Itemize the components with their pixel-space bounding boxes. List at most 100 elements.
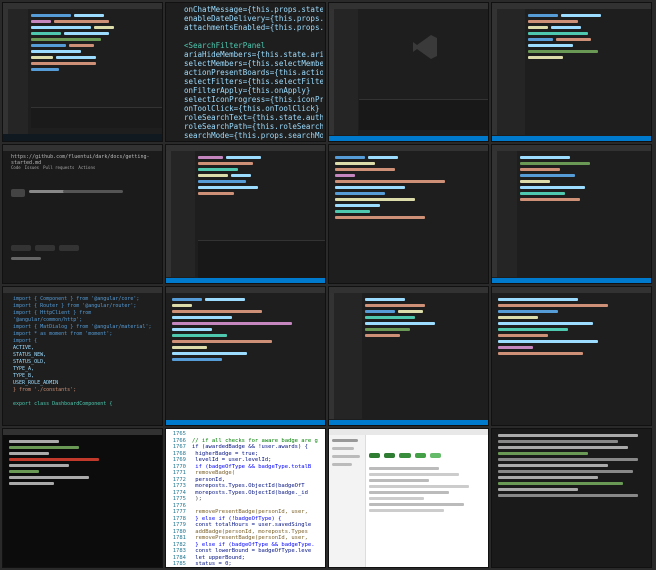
title-bar xyxy=(329,145,488,151)
code-line: onFilterApply={this.onApply} xyxy=(184,86,311,95)
code-area[interactable] xyxy=(520,154,647,276)
code-area[interactable] xyxy=(528,12,647,134)
code-line: STATUS_NEW, xyxy=(13,352,47,358)
content-list[interactable] xyxy=(369,465,484,560)
code-area[interactable] xyxy=(172,296,321,418)
nav-item[interactable] xyxy=(332,439,358,442)
tile-editor[interactable] xyxy=(328,286,489,426)
title-bar xyxy=(492,287,651,293)
tab-code[interactable]: Code xyxy=(11,165,21,170)
code-line: import { Router } from '@angular/router'… xyxy=(13,303,137,309)
button[interactable] xyxy=(35,245,55,251)
tab-pull-requests[interactable]: Pull requests xyxy=(43,165,74,170)
code-line: import { MatDialog } from '@angular/mate… xyxy=(13,324,152,330)
tab-issues[interactable]: Issues xyxy=(25,165,39,170)
status-bar xyxy=(492,278,651,283)
button[interactable] xyxy=(59,245,79,251)
code-line: import { HttpClient } from '@angular/com… xyxy=(13,310,92,323)
nav-item[interactable] xyxy=(332,463,352,466)
tag[interactable] xyxy=(369,453,381,458)
side-panel[interactable] xyxy=(329,435,366,567)
avatar xyxy=(11,189,25,197)
code-line: TYPE_A, xyxy=(13,366,35,372)
tag[interactable] xyxy=(414,453,426,458)
code-line: searchMode={this.props.searchMode} xyxy=(184,131,323,140)
code-line: import { Component } from '@angular/core… xyxy=(13,296,140,302)
screenshot-collage: onChatMessage={this.props.state.userProf… xyxy=(2,2,654,568)
code-line: export class DashboardComponent { xyxy=(13,401,113,407)
status-bar xyxy=(166,278,325,283)
tile-log-dark[interactable] xyxy=(491,428,652,568)
status-bar xyxy=(492,136,651,141)
explorer-sidebar[interactable] xyxy=(8,9,28,135)
tile-editor-taskbar[interactable] xyxy=(2,2,163,142)
terminal-panel[interactable] xyxy=(31,107,162,128)
code-line: onToolClick={this.onToolClick} xyxy=(184,104,320,113)
status-bar xyxy=(166,420,325,425)
explorer-sidebar[interactable] xyxy=(497,9,525,135)
tile-editor-code[interactable] xyxy=(328,144,489,284)
tile-code-dark[interactable]: import { Component } from '@angular/core… xyxy=(2,286,163,426)
explorer-sidebar[interactable] xyxy=(497,151,517,277)
terminal-output[interactable] xyxy=(9,438,158,560)
code-line: TYPE_B, xyxy=(13,373,35,379)
button[interactable] xyxy=(11,245,31,251)
tile-editor[interactable] xyxy=(491,286,652,426)
tile-web-dark[interactable]: https://github.com/fluentui/dark/docs/ge… xyxy=(2,144,163,284)
code-line: attachmentsEnabled={this.props.state.att… xyxy=(184,23,323,32)
taskbar[interactable] xyxy=(3,134,162,141)
log-output[interactable] xyxy=(498,432,647,560)
text-line xyxy=(63,190,123,193)
browser-toolbar[interactable] xyxy=(3,145,162,151)
tile-light-code[interactable]: 1765 1766// if all checks for aware badg… xyxy=(165,428,326,568)
tile-editor[interactable] xyxy=(165,144,326,284)
code-block[interactable]: 1765 1766// if all checks for aware badg… xyxy=(168,431,323,567)
tag-row[interactable] xyxy=(369,453,443,458)
code-line: } from './constants'; xyxy=(13,387,77,393)
tile-editor-welcome[interactable] xyxy=(328,2,489,142)
code-area[interactable] xyxy=(365,296,484,418)
code-line: USER_ROLE_ADMIN xyxy=(13,380,59,386)
code-line: ACTIVE, xyxy=(13,345,35,351)
status-bar xyxy=(329,420,488,425)
title-bar xyxy=(166,287,325,293)
code-line: roleSearchText={this.state.auth.user.rol… xyxy=(184,113,323,122)
explorer-sidebar[interactable] xyxy=(334,293,362,419)
tag[interactable] xyxy=(429,453,442,458)
tile-editor[interactable] xyxy=(491,2,652,142)
code-area[interactable] xyxy=(498,296,647,418)
code-area[interactable] xyxy=(335,154,484,276)
status-bar xyxy=(329,136,488,141)
text-line xyxy=(11,257,41,260)
explorer-sidebar[interactable] xyxy=(171,151,195,277)
vscode-logo-icon xyxy=(411,33,439,61)
repo-tabs[interactable]: Code Issues Pull requests Actions xyxy=(11,165,95,170)
terminal-panel[interactable] xyxy=(198,240,325,281)
title-bar xyxy=(3,287,162,293)
nav-item[interactable] xyxy=(332,447,354,450)
tile-web-light[interactable] xyxy=(328,428,489,568)
explorer-sidebar[interactable] xyxy=(334,9,358,135)
nav-item[interactable] xyxy=(332,455,360,458)
code-block[interactable]: import { Component } from '@angular/core… xyxy=(13,296,160,408)
code-line: roleSearchPath={this.roleSearchPath} xyxy=(184,122,323,131)
code-line: selectIconProgress={this.iconProgress} xyxy=(184,95,323,104)
tag[interactable] xyxy=(399,453,411,458)
code-line: enableDateDelivery={this.props.state.ena… xyxy=(184,14,323,23)
tab-actions[interactable]: Actions xyxy=(78,165,95,170)
code-line: actionPresentBoards={this.actionBoards} xyxy=(184,68,323,77)
tile-editor[interactable] xyxy=(491,144,652,284)
code-line: selectMembers={this.selectMembers} xyxy=(184,59,323,68)
tile-large-code[interactable]: onChatMessage={this.props.state.userProf… xyxy=(165,2,326,142)
tile-editor[interactable] xyxy=(165,286,326,426)
tag[interactable] xyxy=(384,453,396,458)
code-line: onChatMessage={this.props.state.userProf… xyxy=(184,5,323,14)
code-line: ariaHideMembers={this.state.ariaMembers} xyxy=(184,50,323,59)
terminal-panel[interactable] xyxy=(359,99,488,130)
code-line: import { xyxy=(13,338,38,344)
tile-terminal[interactable] xyxy=(2,428,163,568)
code-line: STATUS_OLD, xyxy=(13,359,47,365)
code-block[interactable]: onChatMessage={this.props.state.userProf… xyxy=(184,5,323,140)
